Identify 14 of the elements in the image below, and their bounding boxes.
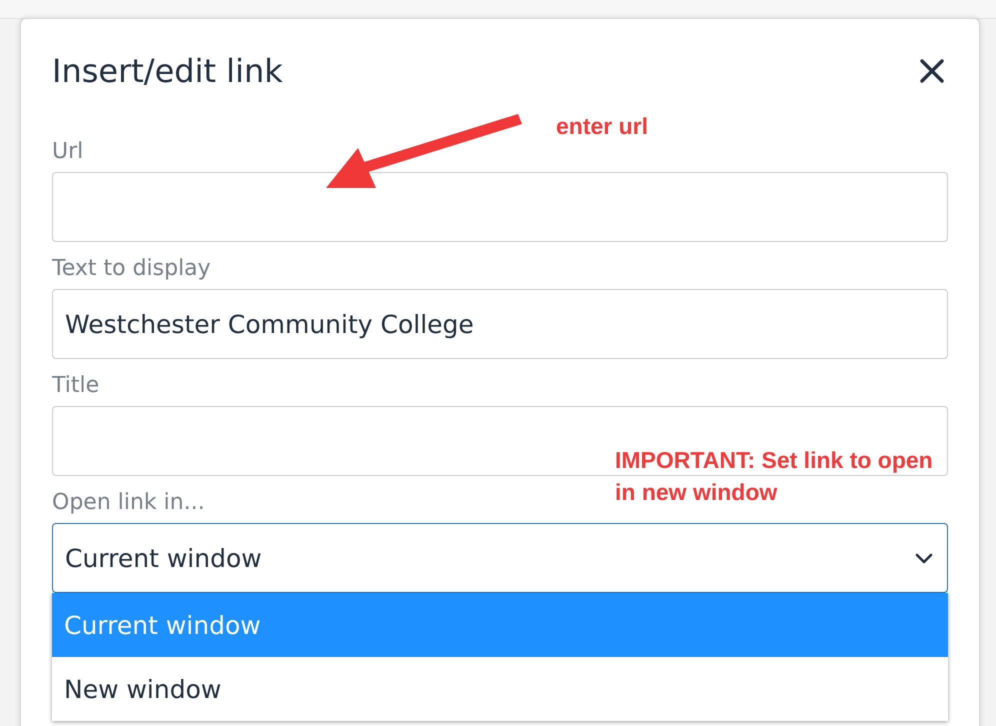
dialog-title: Insert/edit link bbox=[52, 52, 283, 90]
dropdown-option[interactable]: New window bbox=[52, 657, 948, 721]
chevron-down-icon bbox=[915, 552, 933, 564]
field-label: Title bbox=[52, 372, 100, 400]
select-field[interactable]: Current window bbox=[52, 523, 948, 593]
annotation-note: enter url bbox=[556, 112, 648, 141]
field-label: Text to display bbox=[52, 255, 211, 283]
field-label: Open link in... bbox=[52, 489, 205, 517]
annotation-note: IMPORTANT: Set link to open in new window bbox=[615, 446, 933, 507]
input-field[interactable] bbox=[52, 172, 948, 242]
input-field[interactable] bbox=[52, 406, 948, 476]
close-icon[interactable] bbox=[919, 58, 945, 84]
input-field[interactable]: Westchester Community College bbox=[52, 289, 948, 359]
field-label: Url bbox=[52, 138, 84, 166]
